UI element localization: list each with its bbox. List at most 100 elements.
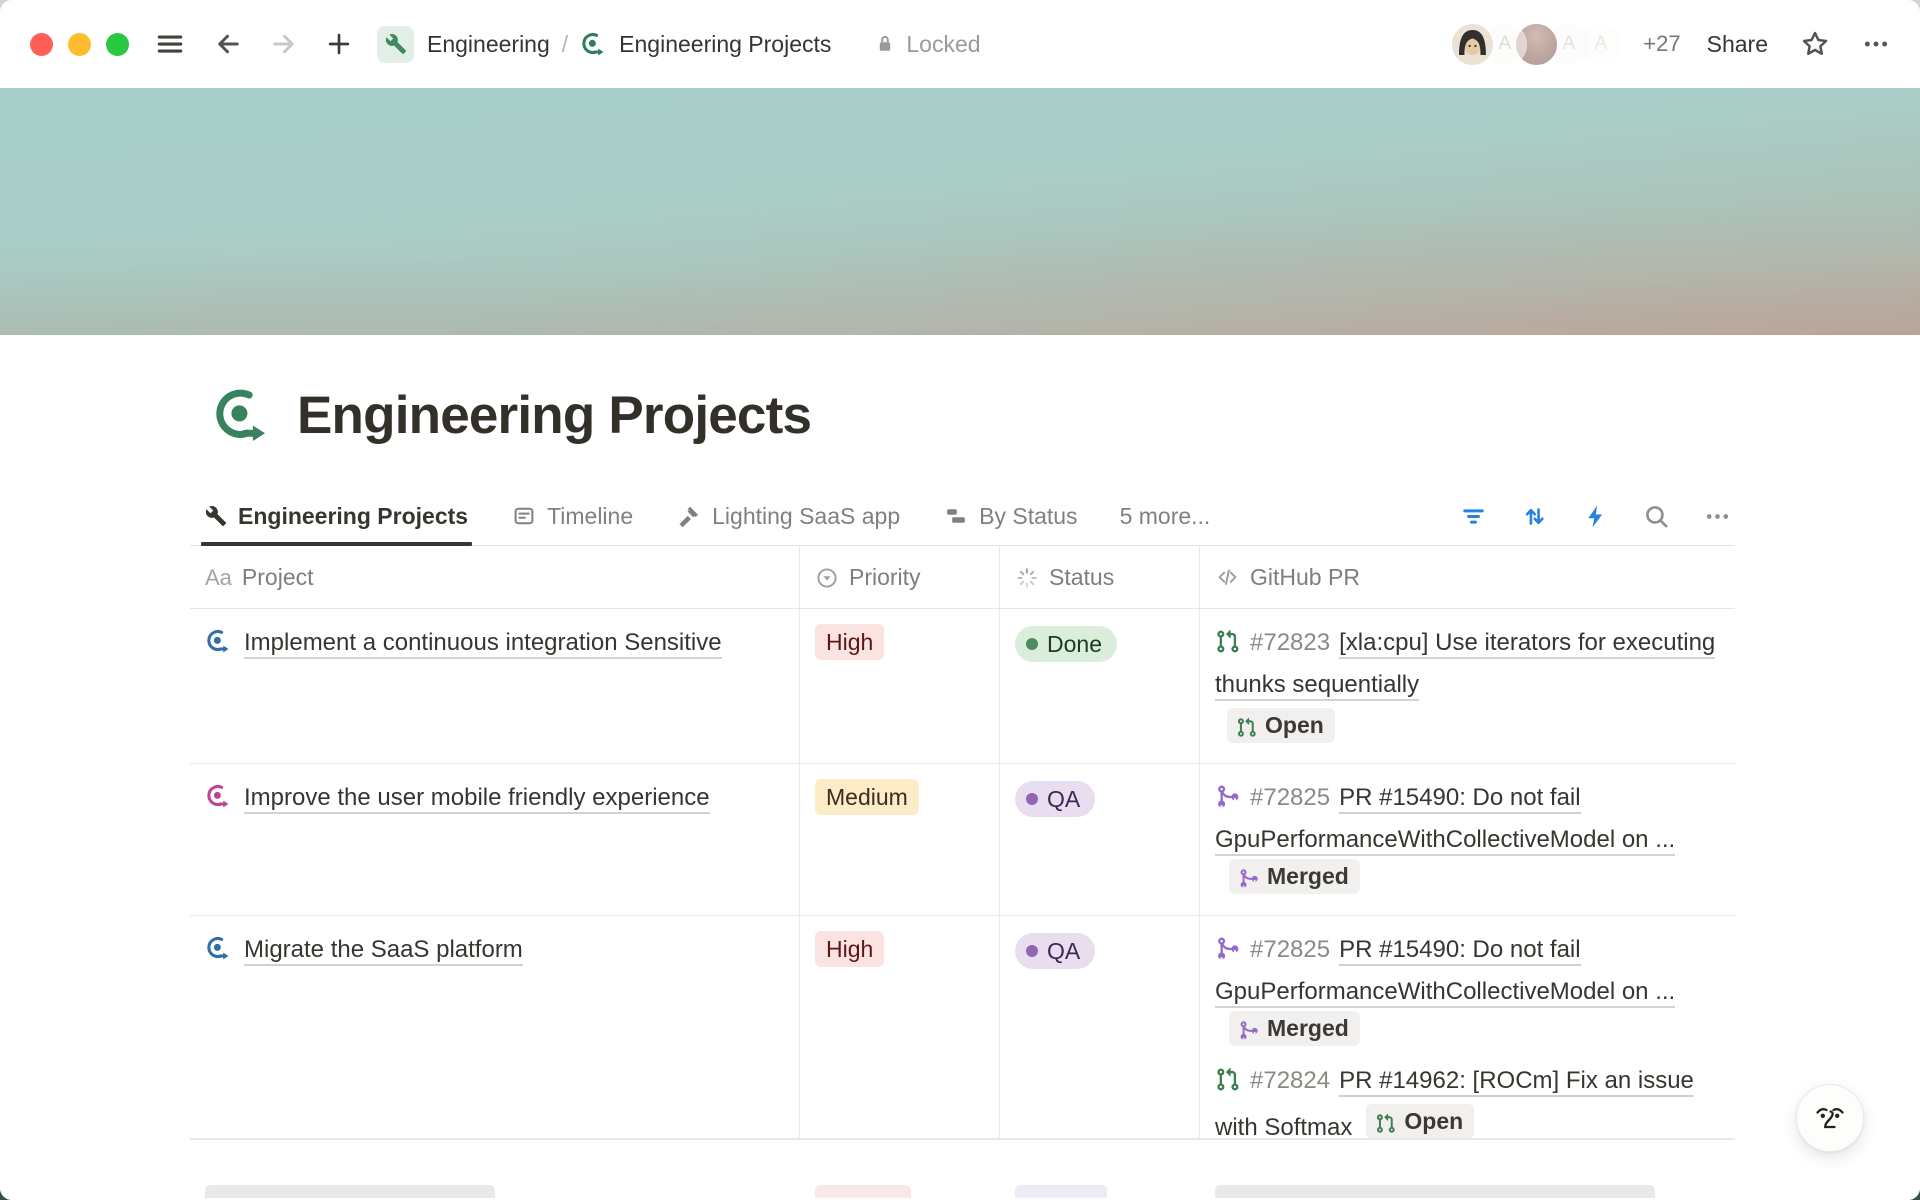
page-title-row: Engineering Projects: [190, 335, 1735, 449]
new-page-icon[interactable]: [325, 30, 353, 58]
breadcrumb-root-icon[interactable]: [377, 26, 414, 63]
pr-state-badge: Open: [1227, 708, 1335, 743]
project-link[interactable]: Implement a continuous integration Sensi…: [244, 629, 722, 659]
nav-forward-icon[interactable]: [269, 29, 299, 59]
column-header-github-pr[interactable]: GitHub PR: [1200, 546, 1735, 608]
pull-request-open-icon: [1215, 628, 1240, 666]
github-pr-cell[interactable]: #72825PR #15490: Do not fail GpuPerforma…: [1200, 916, 1735, 1140]
text-property-icon: Aa: [205, 565, 232, 591]
pr-number: #72823: [1250, 629, 1330, 656]
project-cell[interactable]: Migrate the SaaS platform: [190, 916, 800, 1140]
status-cell[interactable]: QA: [1000, 916, 1200, 1140]
pull-request-merged-icon: [1215, 935, 1240, 973]
collaborator-overflow-count[interactable]: +27: [1643, 31, 1680, 57]
status-label: QA: [1047, 784, 1080, 814]
board-icon: [944, 504, 968, 528]
breadcrumb-root[interactable]: Engineering: [427, 31, 550, 58]
pull-request-open-icon: [1236, 715, 1257, 736]
tab-label: Timeline: [547, 503, 633, 530]
column-label: Status: [1049, 564, 1114, 591]
project-link[interactable]: Migrate the SaaS platform: [244, 936, 523, 966]
view-options-icon[interactable]: [1704, 503, 1731, 530]
pr-state-line: Open: [1227, 708, 1719, 750]
search-icon[interactable]: [1643, 503, 1670, 530]
status-badge: Done: [1015, 626, 1117, 662]
project-cell[interactable]: Improve the user mobile friendly experie…: [190, 764, 800, 915]
notion-ai-button[interactable]: [1796, 1084, 1864, 1152]
github-pr-cell[interactable]: #72825PR #15490: Do not fail GpuPerforma…: [1200, 764, 1735, 915]
clipped-next-row: [190, 1185, 1735, 1198]
tab-timeline[interactable]: Timeline: [512, 487, 633, 545]
priority-cell[interactable]: High: [800, 916, 1000, 1140]
timeline-icon: [512, 504, 536, 528]
pr-state-badge: Merged: [1229, 859, 1360, 894]
tab-by-status[interactable]: By Status: [944, 487, 1077, 545]
pr-entry: #72823[xla:cpu] Use iterators for execut…: [1215, 624, 1719, 750]
status-cell[interactable]: Done: [1000, 609, 1200, 763]
tab-lighting-saas-app[interactable]: Lighting SaaS app: [677, 487, 900, 545]
pull-request-open-icon: [1215, 1066, 1240, 1104]
project-link[interactable]: Improve the user mobile friendly experie…: [244, 784, 710, 814]
tab-label: By Status: [979, 503, 1077, 530]
column-label: GitHub PR: [1250, 564, 1360, 591]
priority-cell[interactable]: High: [800, 609, 1000, 763]
code-property-icon: [1215, 565, 1240, 590]
breadcrumb-current[interactable]: Engineering Projects: [619, 31, 831, 58]
tab-engineering-projects[interactable]: Engineering Projects: [205, 487, 468, 545]
pr-state-label: Open: [1265, 710, 1324, 741]
more-views-button[interactable]: 5 more...: [1120, 503, 1211, 530]
pull-request-merged-icon: [1238, 1018, 1259, 1039]
clipped-github-text: [1215, 1185, 1655, 1198]
locked-indicator[interactable]: Locked: [873, 31, 980, 58]
ai-face-icon: [1812, 1100, 1848, 1136]
column-label: Project: [242, 564, 314, 591]
priority-badge: High: [815, 931, 884, 967]
select-property-icon: [815, 566, 839, 590]
status-badge: QA: [1015, 781, 1095, 817]
column-header-status[interactable]: Status: [1000, 546, 1200, 608]
pull-request-open-icon: [1375, 1111, 1396, 1132]
sidebar-toggle-icon[interactable]: [155, 29, 185, 59]
close-window-button[interactable]: [30, 33, 53, 56]
pr-entry: #72825PR #15490: Do not fail GpuPerforma…: [1215, 931, 1719, 1054]
status-cell[interactable]: QA: [1000, 764, 1200, 915]
table-row: Migrate the SaaS platform High QA #72825…: [190, 916, 1735, 1140]
status-dot: [1026, 793, 1038, 805]
priority-badge: High: [815, 624, 884, 660]
github-pr-cell[interactable]: #72823[xla:cpu] Use iterators for execut…: [1200, 609, 1735, 763]
zoom-window-button[interactable]: [106, 33, 129, 56]
project-sync-icon: [205, 628, 232, 666]
share-button[interactable]: Share: [1707, 31, 1768, 58]
column-header-project[interactable]: Aa Project: [190, 546, 800, 608]
view-tabs-bar: Engineering Projects Timeline Lighting S…: [190, 487, 1735, 546]
table-row: Implement a continuous integration Sensi…: [190, 609, 1735, 764]
column-header-priority[interactable]: Priority: [800, 546, 1000, 608]
app-window: Engineering / Engineering Projects Locke…: [0, 0, 1920, 1200]
table-row: Improve the user mobile friendly experie…: [190, 764, 1735, 916]
pr-number: #72825: [1250, 784, 1330, 811]
project-cell[interactable]: Implement a continuous integration Sensi…: [190, 609, 800, 763]
priority-cell[interactable]: Medium: [800, 764, 1000, 915]
filter-icon[interactable]: [1460, 503, 1487, 530]
pr-state-badge: Open: [1366, 1104, 1474, 1139]
sort-icon[interactable]: [1521, 503, 1548, 530]
titlebar: Engineering / Engineering Projects Locke…: [0, 0, 1920, 88]
favorite-star-icon[interactable]: [1800, 29, 1830, 59]
page-body: Engineering Projects Engineering Project…: [0, 88, 1920, 1200]
pr-state-label: Open: [1404, 1106, 1463, 1137]
collaborator-avatars[interactable]: A A A: [1450, 22, 1623, 67]
more-options-icon[interactable]: [1862, 30, 1890, 58]
locked-label: Locked: [906, 31, 980, 58]
project-sync-icon: [205, 783, 232, 821]
page-icon-sync: [211, 385, 273, 447]
pull-request-merged-icon: [1215, 783, 1240, 821]
nav-back-icon[interactable]: [213, 29, 243, 59]
status-label: Done: [1047, 629, 1102, 659]
status-dot: [1026, 945, 1038, 957]
wrench-icon: [205, 505, 227, 527]
minimize-window-button[interactable]: [68, 33, 91, 56]
table-header-row: Aa Project Priority Status GitHub PR: [190, 546, 1735, 609]
automation-bolt-icon[interactable]: [1582, 503, 1609, 530]
avatar[interactable]: [1450, 22, 1495, 67]
project-sync-icon: [205, 935, 232, 973]
